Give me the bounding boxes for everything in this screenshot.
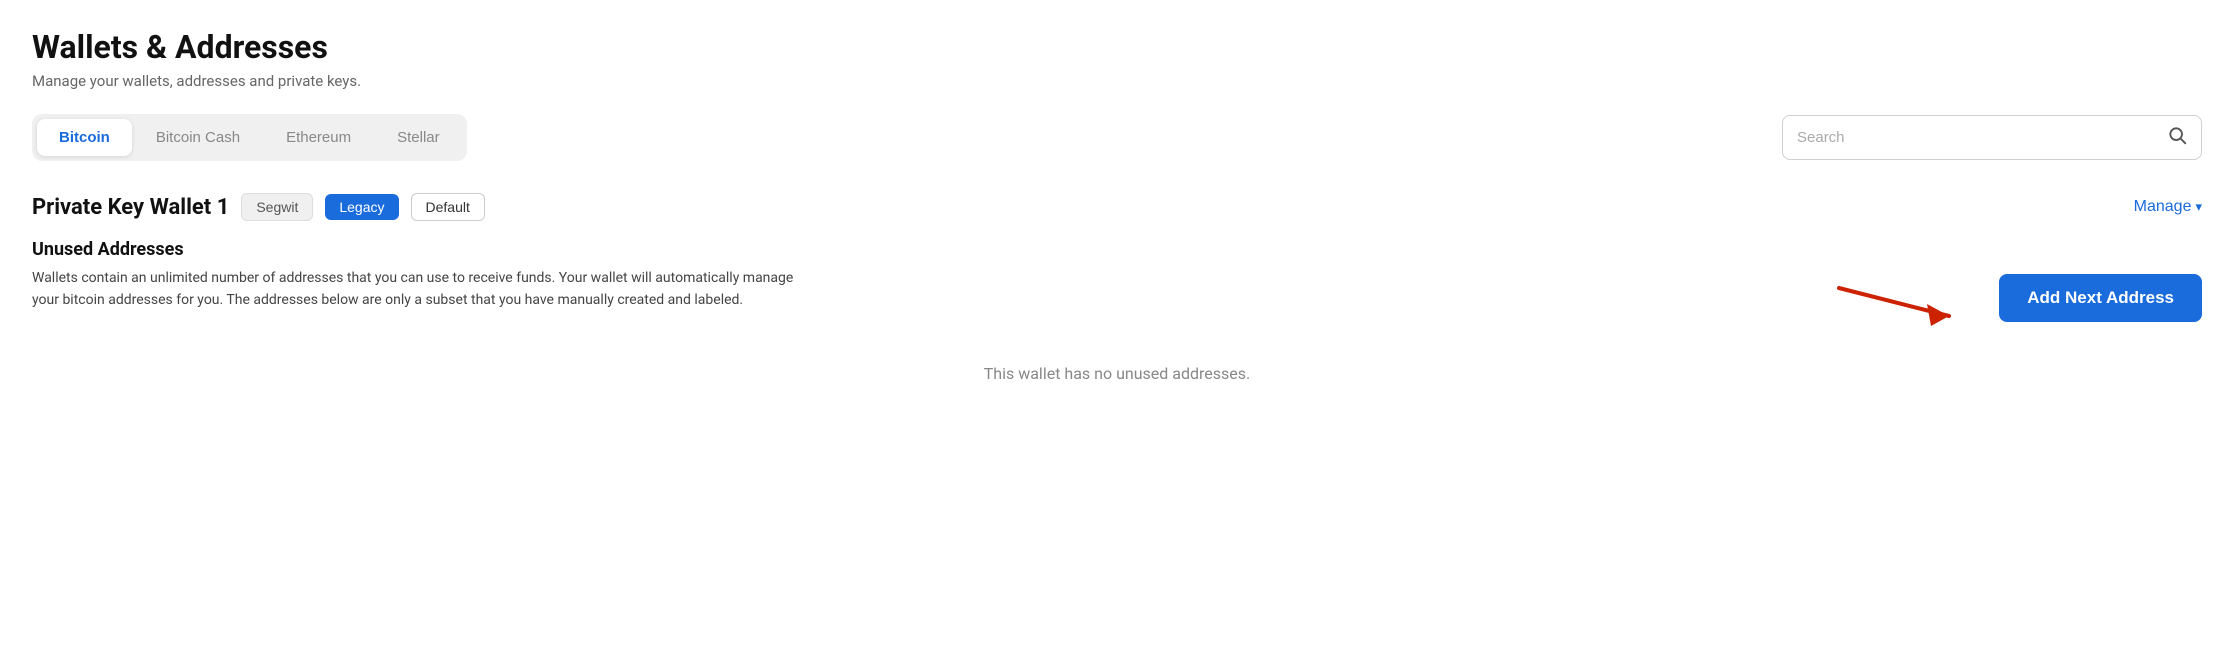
arrow-button-area: Add Next Address [1839,268,2202,328]
wallet-header: Private Key Wallet 1 Segwit Legacy Defau… [32,193,2202,221]
badge-segwit[interactable]: Segwit [241,193,313,221]
tab-bitcoin[interactable]: Bitcoin [37,119,132,156]
unused-addresses-section: Unused Addresses Wallets contain an unli… [32,239,2202,328]
tab-ethereum[interactable]: Ethereum [264,119,373,156]
chevron-down-icon: ▾ [2195,199,2202,215]
page-subtitle: Manage your wallets, addresses and priva… [32,72,2202,90]
wallet-title-row: Private Key Wallet 1 Segwit Legacy Defau… [32,193,485,221]
top-bar: Bitcoin Bitcoin Cash Ethereum Stellar [32,114,2202,161]
tab-stellar[interactable]: Stellar [375,119,462,156]
tab-bitcoin-cash[interactable]: Bitcoin Cash [134,119,262,156]
wallet-name: Private Key Wallet 1 [32,195,229,220]
unused-addresses-description: Wallets contain an unlimited number of a… [32,268,812,311]
badge-legacy[interactable]: Legacy [325,194,398,220]
search-box [1782,115,2202,160]
unused-addresses-title: Unused Addresses [32,239,2202,260]
page-header: Wallets & Addresses Manage your wallets,… [32,28,2202,90]
manage-button[interactable]: Manage ▾ [2134,198,2202,216]
arrow-indicator [1839,268,1999,328]
wallet-section: Private Key Wallet 1 Segwit Legacy Defau… [32,193,2202,328]
search-icon [2167,125,2187,150]
manage-label: Manage [2134,198,2192,216]
tabs-container: Bitcoin Bitcoin Cash Ethereum Stellar [32,114,467,161]
badge-default[interactable]: Default [411,193,485,221]
empty-message: This wallet has no unused addresses. [32,364,2202,383]
page-title: Wallets & Addresses [32,28,2202,66]
action-row: Wallets contain an unlimited number of a… [32,268,2202,328]
search-input[interactable] [1797,129,2161,146]
add-next-address-button[interactable]: Add Next Address [1999,274,2202,322]
